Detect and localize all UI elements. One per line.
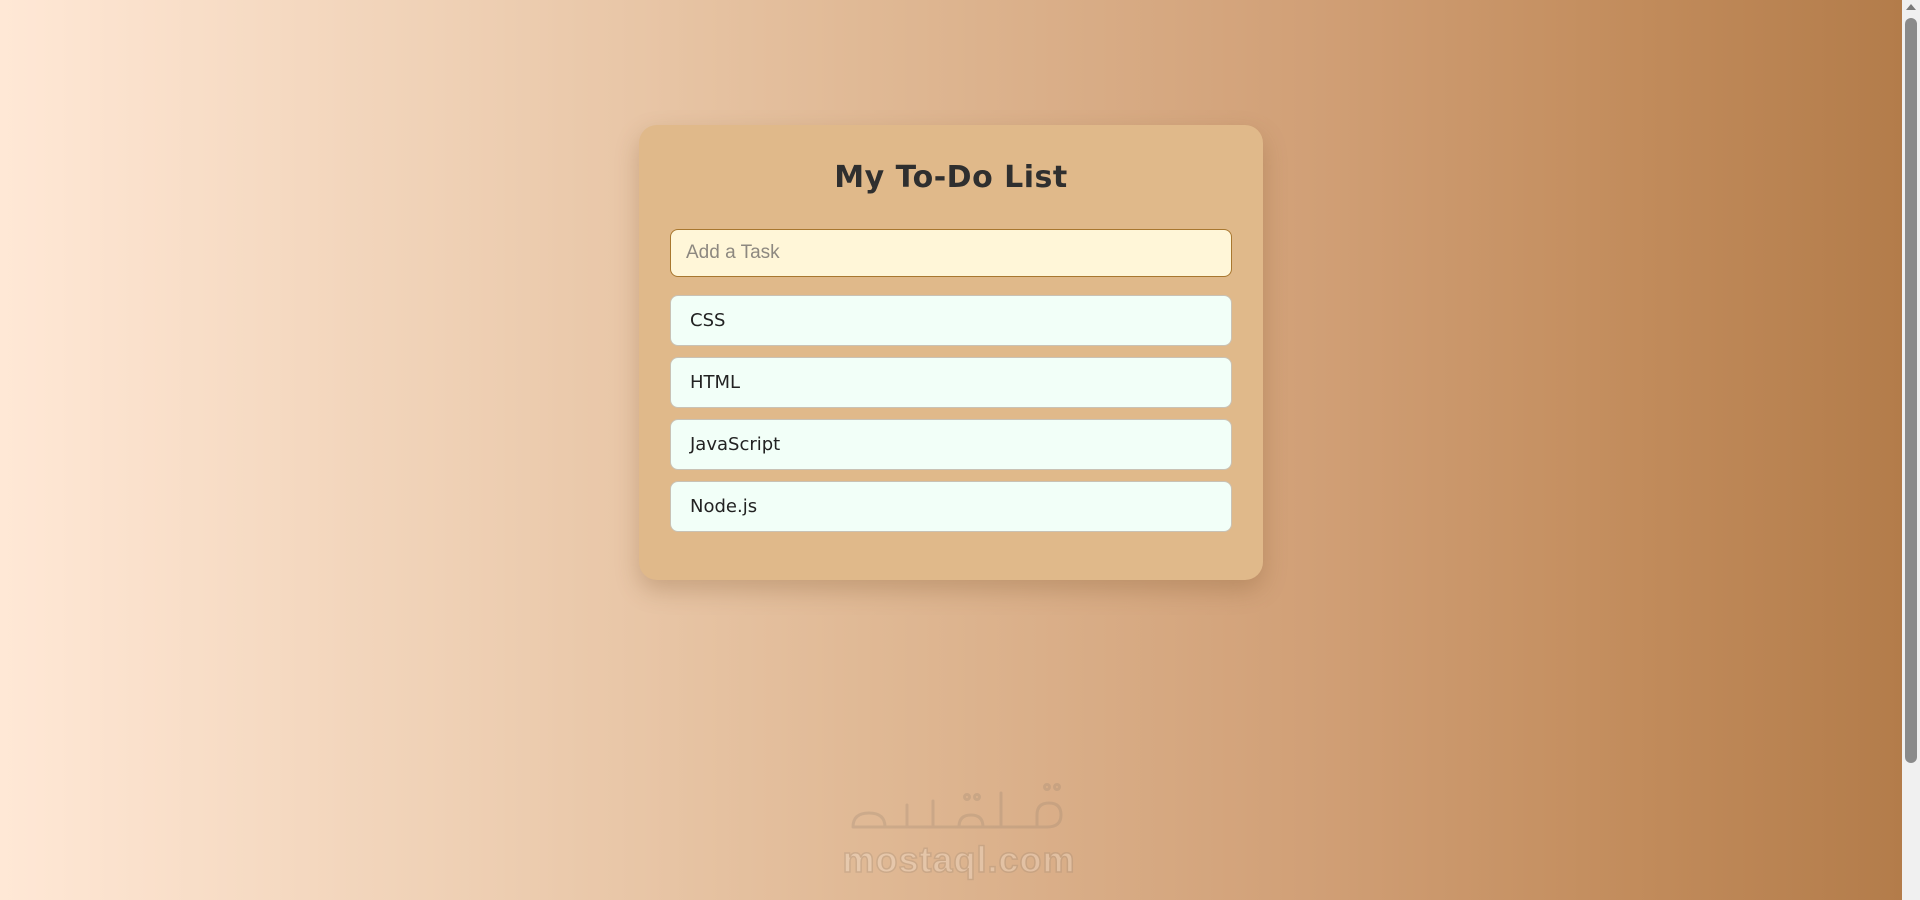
scroll-up-arrow-icon[interactable] [1906,4,1916,10]
task-list: CSS HTML JavaScript Node.js [670,295,1232,532]
watermark-url: mostaql.com [842,838,1076,881]
task-item-nodejs[interactable]: Node.js [670,481,1232,532]
add-task-input[interactable] [670,229,1232,277]
mostaql-logo-icon [851,783,1063,829]
todo-card: My To-Do List CSS HTML JavaScript Node.j… [639,125,1263,580]
page-title: My To-Do List [834,160,1068,195]
task-item-html[interactable]: HTML [670,357,1232,408]
mostaql-watermark: mostaql.com [841,775,1077,885]
task-item-css[interactable]: CSS [670,295,1232,346]
vertical-scrollbar[interactable] [1902,0,1920,900]
scrollbar-thumb[interactable] [1905,18,1917,763]
task-item-javascript[interactable]: JavaScript [670,419,1232,470]
